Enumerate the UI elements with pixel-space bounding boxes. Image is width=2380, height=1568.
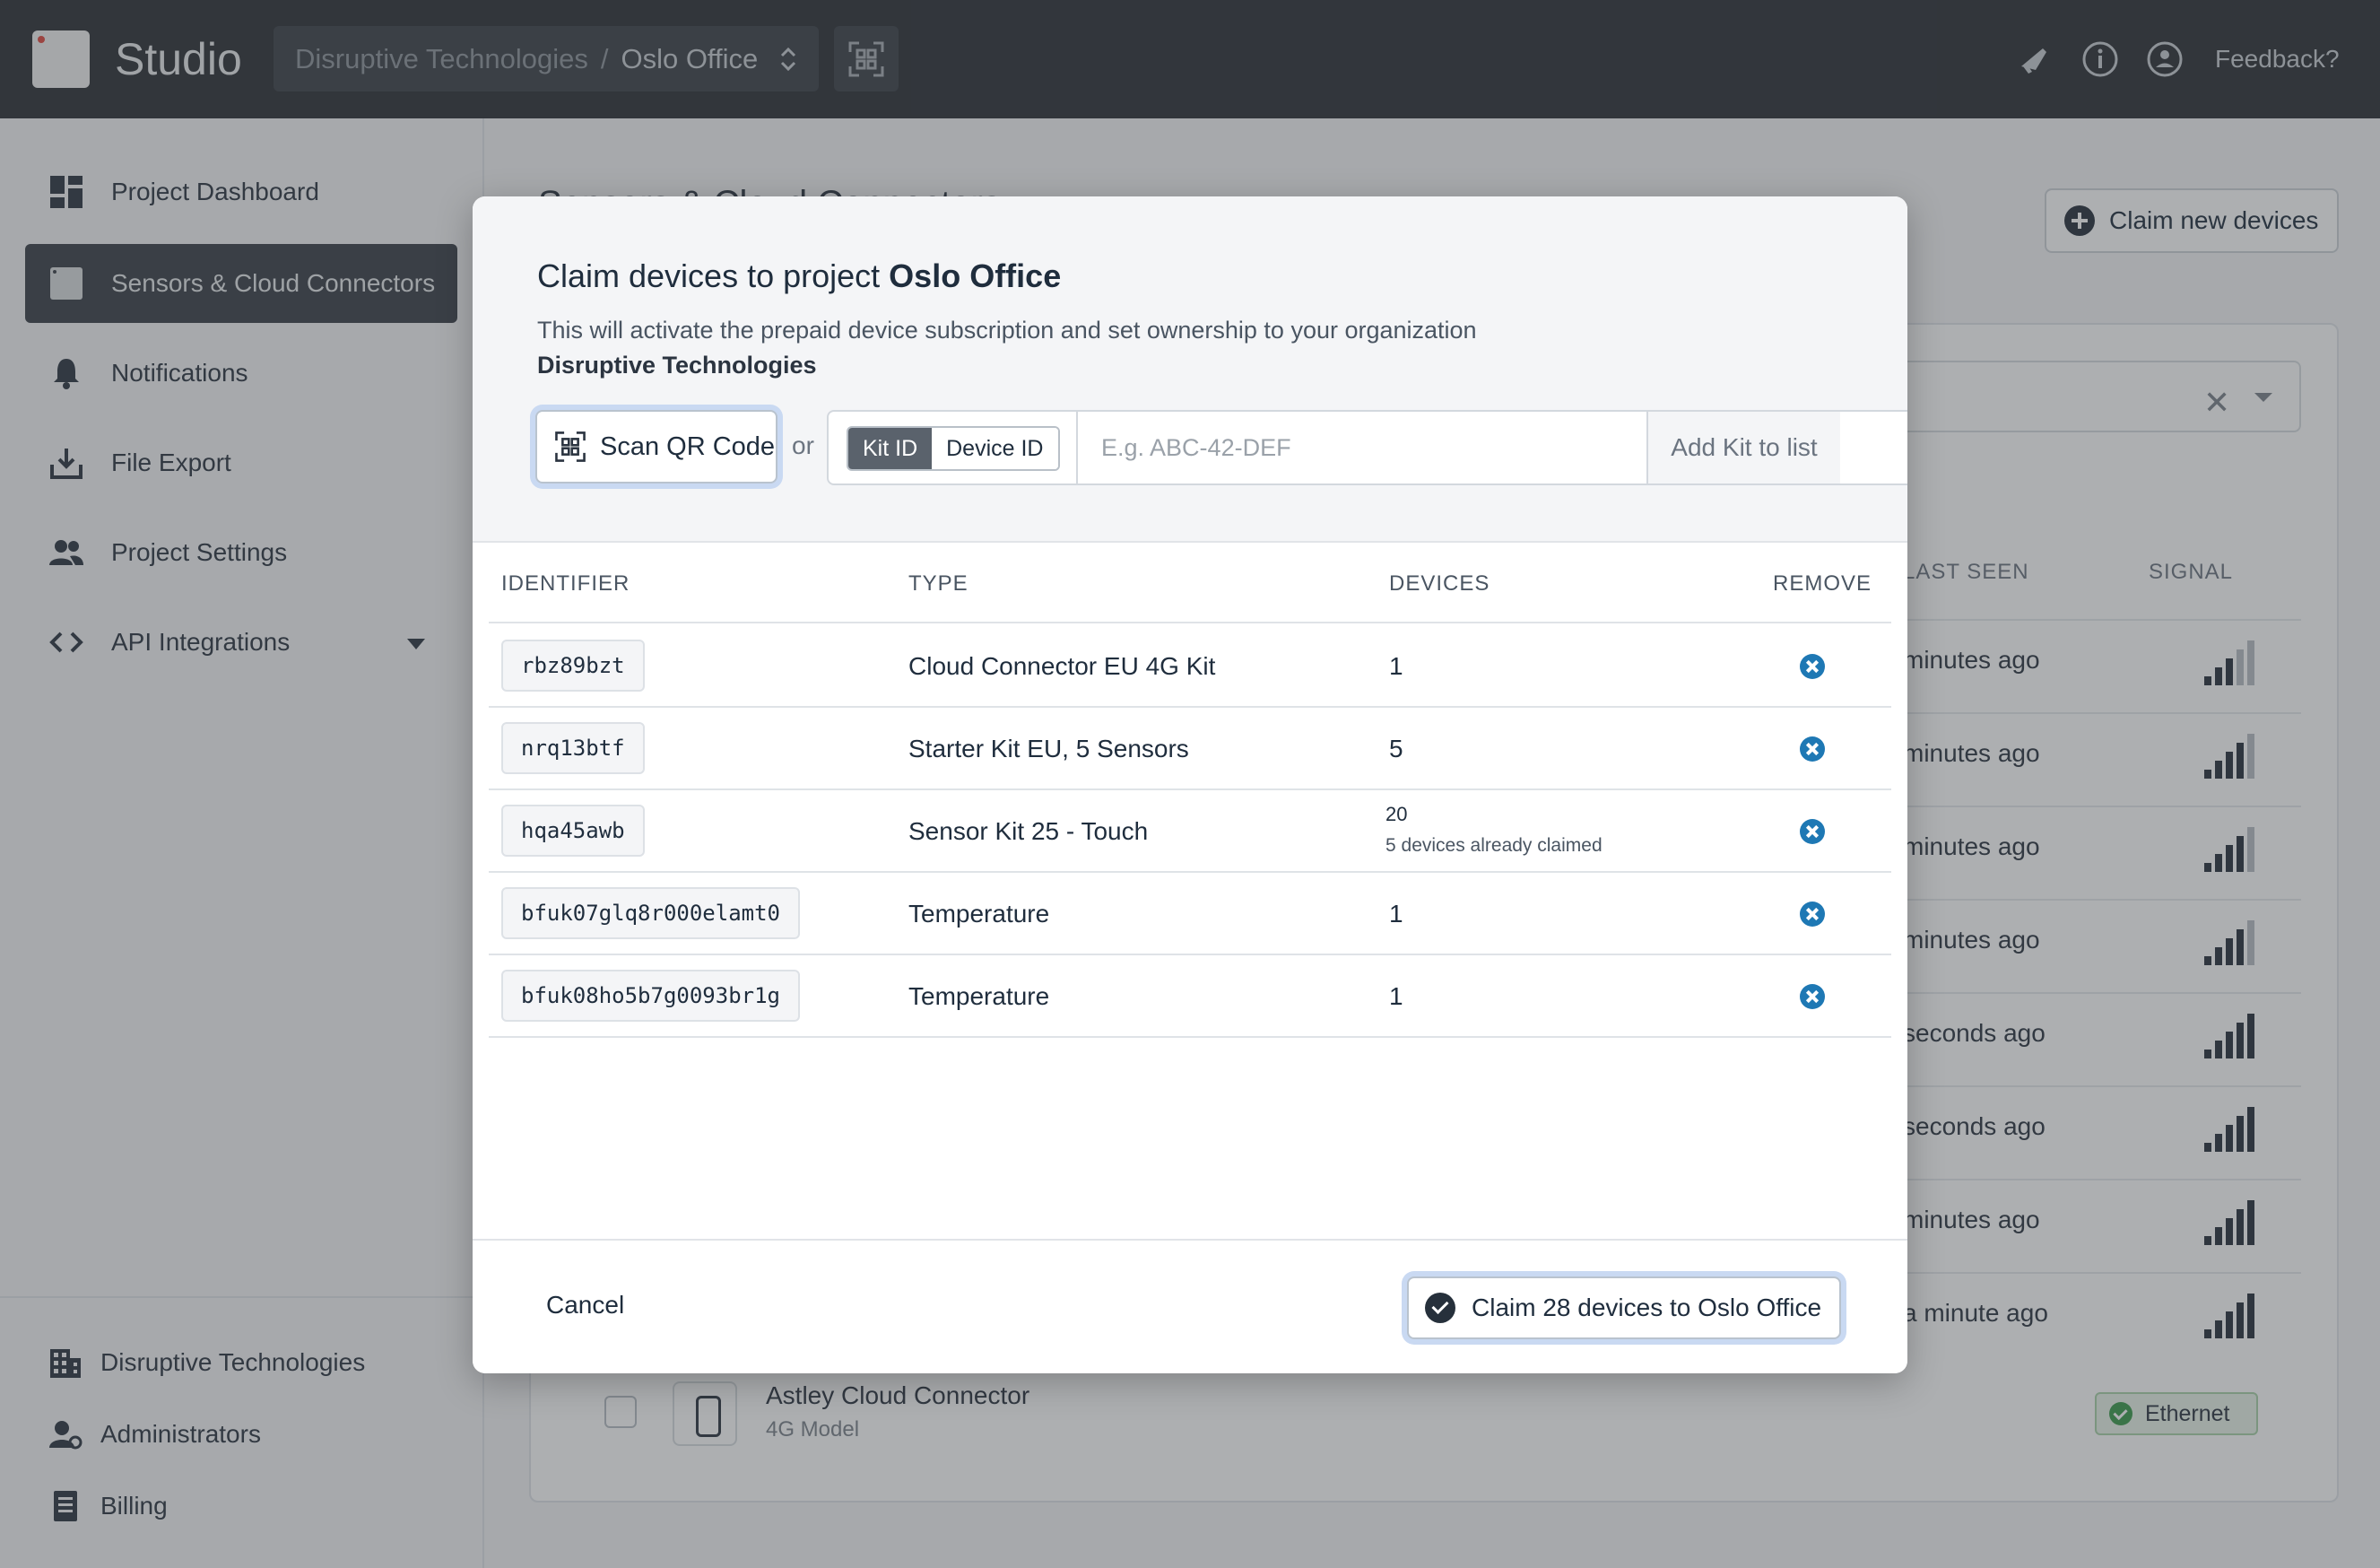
table-header: IDENTIFIER TYPE DEVICES REMOVE xyxy=(489,543,1891,623)
identifier-chip: bfuk07glq8r000elamt0 xyxy=(501,887,800,939)
table-row: hqa45awb Sensor Kit 25 - Touch 20 5 devi… xyxy=(489,790,1891,873)
kit-type: Cloud Connector EU 4G Kit xyxy=(908,652,1216,680)
remove-icon[interactable] xyxy=(1800,984,1825,1009)
identifier-chip: nrq13btf xyxy=(501,722,645,774)
modal-organization: Disruptive Technologies xyxy=(537,352,817,379)
remove-icon[interactable] xyxy=(1800,654,1825,679)
identifier-chip: bfuk08ho5b7g0093br1g xyxy=(501,970,800,1022)
add-kit-button[interactable]: Add Kit to list xyxy=(1646,412,1840,483)
modal-title: Claim devices to project Oslo Office xyxy=(537,257,1061,295)
or-label: or xyxy=(792,431,814,459)
modal-footer: Cancel Claim 28 devices to Oslo Office xyxy=(473,1239,1907,1373)
device-count-note: 5 devices already claimed xyxy=(1385,835,1603,856)
toggle-kit-id[interactable]: Kit ID xyxy=(848,428,933,469)
claim-devices-label: Claim 28 devices to Oslo Office xyxy=(1472,1294,1822,1321)
check-circle-icon xyxy=(1425,1293,1455,1323)
device-count: 20 xyxy=(1385,803,1408,825)
device-count: 1 xyxy=(1389,900,1403,928)
remove-icon[interactable] xyxy=(1800,819,1825,844)
table-row: nrq13btf Starter Kit EU, 5 Sensors 5 xyxy=(489,708,1891,790)
modal-description: This will activate the prepaid device su… xyxy=(537,317,1477,344)
toggle-device-id[interactable]: Device ID xyxy=(932,428,1058,469)
remove-icon[interactable] xyxy=(1800,902,1825,927)
table-row: bfuk08ho5b7g0093br1g Temperature 1 xyxy=(489,955,1891,1038)
device-count: 1 xyxy=(1389,982,1403,1010)
column-header-remove: REMOVE xyxy=(1773,571,1872,596)
modal-title-project: Oslo Office xyxy=(889,257,1062,294)
kit-id-input[interactable] xyxy=(1076,412,1646,483)
kit-type: Temperature xyxy=(908,982,1050,1010)
identifier-chip: hqa45awb xyxy=(501,805,645,857)
id-type-toggle: Kit ID Device ID xyxy=(847,426,1060,471)
kit-type: Starter Kit EU, 5 Sensors xyxy=(908,735,1189,762)
device-count: 1 xyxy=(1389,652,1403,680)
column-header-type: TYPE xyxy=(908,571,969,596)
qr-scan-icon xyxy=(555,431,586,462)
identifier-input-group: Kit ID Device ID Add Kit to list xyxy=(827,410,1907,485)
kit-type: Sensor Kit 25 - Touch xyxy=(908,817,1149,845)
claim-devices-modal: Claim devices to project Oslo Office Thi… xyxy=(473,196,1907,1373)
device-count: 5 xyxy=(1389,735,1403,762)
table-row: bfuk07glq8r000elamt0 Temperature 1 xyxy=(489,873,1891,955)
kit-type: Temperature xyxy=(908,900,1050,928)
table-row: rbz89bzt Cloud Connector EU 4G Kit 1 xyxy=(489,625,1891,708)
cancel-button[interactable]: Cancel xyxy=(546,1291,624,1320)
modal-header: Claim devices to project Oslo Office Thi… xyxy=(473,196,1907,543)
scan-qr-code-button[interactable]: Scan QR Code xyxy=(535,410,777,483)
remove-icon[interactable] xyxy=(1800,736,1825,762)
identifier-chip: rbz89bzt xyxy=(501,640,645,692)
column-header-devices: DEVICES xyxy=(1389,571,1490,596)
modal-title-prefix: Claim devices to project xyxy=(537,257,881,294)
scan-qr-code-label: Scan QR Code xyxy=(600,431,776,461)
claim-devices-button[interactable]: Claim 28 devices to Oslo Office xyxy=(1407,1276,1841,1339)
column-header-identifier: IDENTIFIER xyxy=(501,571,630,596)
